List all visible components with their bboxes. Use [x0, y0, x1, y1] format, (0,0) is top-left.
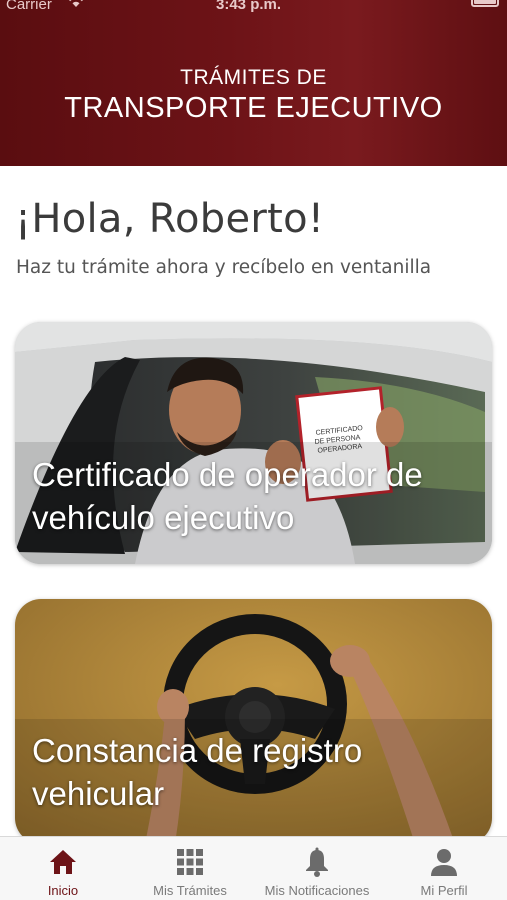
- greeting-subtitle: Haz tu trámite ahora y recíbelo en venta…: [16, 257, 432, 278]
- card-vehicle-registration[interactable]: Constancia de registro vehicular: [15, 599, 492, 844]
- card-title: Certificado de operador de vehículo ejec…: [32, 453, 423, 539]
- tab-label: Mi Perfil: [420, 883, 468, 898]
- card-title-line: vehicular: [32, 775, 165, 812]
- card-title-line: vehículo ejecutivo: [32, 499, 295, 536]
- battery-icon: [471, 0, 499, 7]
- header-title-line2: TRANSPORTE EJECUTIVO: [64, 92, 443, 124]
- header-title-line1: TRÁMITES DE: [180, 66, 327, 89]
- tab-mi-perfil[interactable]: Mi Perfil: [381, 837, 507, 900]
- tab-label: Mis Trámites: [153, 883, 227, 898]
- tab-mis-tramites[interactable]: Mis Trámites: [127, 837, 253, 900]
- tab-label: Mis Notificaciones: [264, 883, 370, 898]
- bell-icon: [306, 847, 328, 877]
- card-title: Constancia de registro vehicular: [32, 729, 362, 815]
- card-operator-certificate[interactable]: CERTIFICADO DE PERSONA OPERADORA Certifi…: [15, 322, 492, 564]
- wifi-icon: [68, 0, 84, 7]
- app-header: Carrier 3:43 p.m. TRÁMITES DE TRANSPORTE…: [0, 0, 507, 166]
- status-bar: Carrier 3:43 p.m.: [0, 0, 507, 20]
- card-title-line: Constancia de registro: [32, 732, 363, 769]
- status-time: 3:43 p.m.: [216, 0, 282, 13]
- person-icon: [431, 849, 457, 876]
- tab-inicio[interactable]: Inicio: [0, 837, 126, 900]
- tab-mis-notificaciones[interactable]: Mis Notificaciones: [254, 837, 380, 900]
- home-icon: [50, 850, 76, 874]
- card-title-line: Certificado de operador de: [32, 456, 423, 493]
- tab-label: Inicio: [47, 883, 79, 898]
- grid-icon: [177, 849, 203, 875]
- greeting-title: ¡Hola, Roberto!: [15, 196, 325, 242]
- carrier-label: Carrier: [6, 0, 52, 13]
- tab-bar: Inicio Mis Trámites Mis Notificaciones M…: [0, 836, 507, 900]
